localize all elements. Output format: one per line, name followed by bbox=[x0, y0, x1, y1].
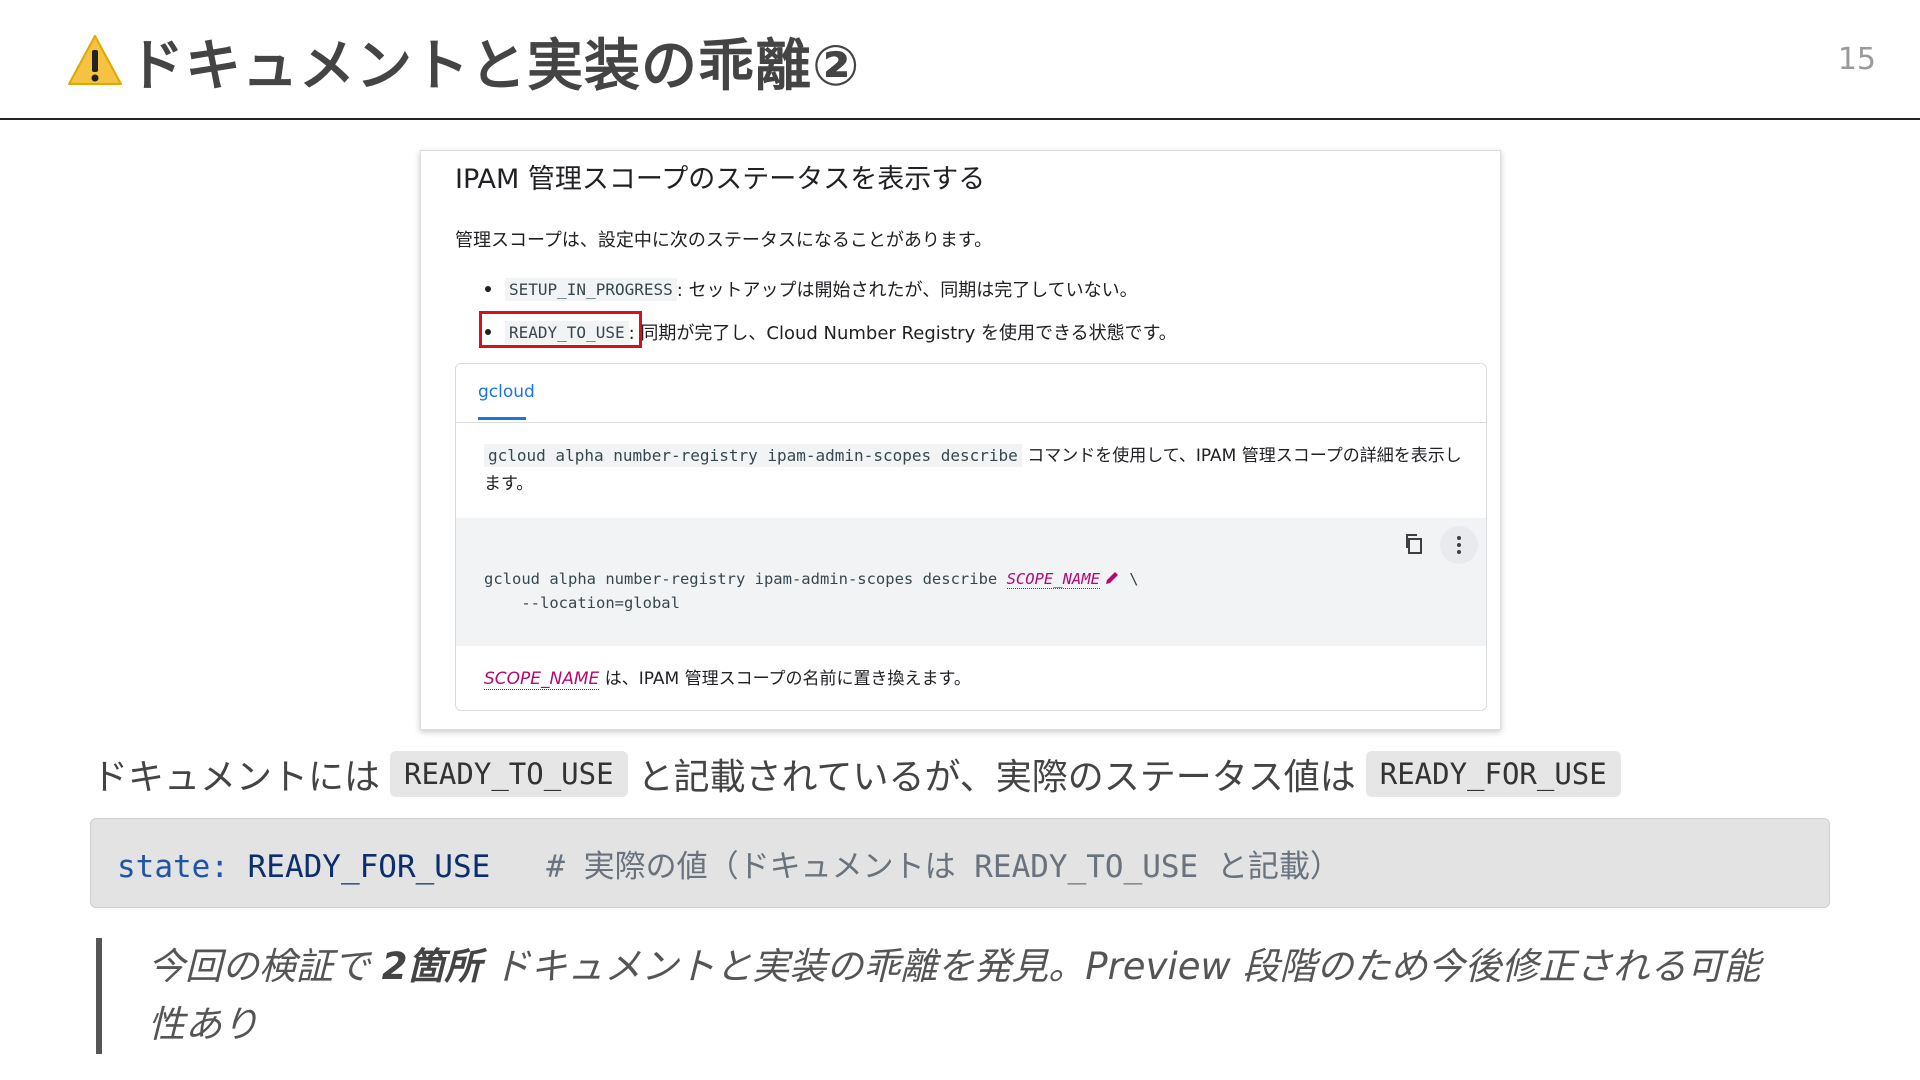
scope-name-variable[interactable]: SCOPE_NAME bbox=[1006, 570, 1100, 589]
slide: ドキュメントと実装の乖離② 15 IPAM 管理スコープのステータスを表示する … bbox=[0, 0, 1920, 1080]
status-code: SETUP_IN_PROGRESS bbox=[505, 277, 677, 301]
code-command: gcloud alpha number-registry ipam-admin-… bbox=[484, 570, 1007, 588]
blockquote: 今回の検証で 2箇所 ドキュメントと実装の乖離を発見。Preview 段階のため… bbox=[96, 938, 1796, 1054]
code-key: state: bbox=[117, 849, 229, 885]
tab-active-indicator bbox=[478, 417, 526, 420]
body-text-2: と記載されているが、実際のステータス値は bbox=[637, 757, 1356, 798]
quote-emphasis: 2箇所 bbox=[381, 945, 482, 988]
slide-header: ドキュメントと実装の乖離② 15 bbox=[0, 0, 1920, 120]
code-comment: # 実際の値（ドキュメントは READY_TO_USE と記載） bbox=[490, 849, 1341, 885]
more-options-icon[interactable] bbox=[1440, 526, 1478, 564]
actual-status-code: READY_FOR_USE bbox=[1365, 751, 1621, 797]
status-description: : 同期が完了し、Cloud Number Registry を使用できる状態で… bbox=[628, 323, 1177, 344]
doc-heading: IPAM 管理スコープのステータスを表示する bbox=[455, 164, 986, 195]
tab-bar: gcloud bbox=[456, 364, 1486, 423]
title-wrap: ドキュメントと実装の乖離② bbox=[66, 26, 860, 99]
warning-icon bbox=[66, 32, 124, 90]
doc-intro: 管理スコープは、設定中に次のステータスになることがあります。 bbox=[455, 230, 993, 251]
card-note-text: は、IPAM 管理スコープの名前に置き換えます。 bbox=[599, 669, 971, 689]
code-block: state: READY_FOR_USE # 実際の値（ドキュメントは READ… bbox=[90, 818, 1830, 908]
code-line-1: gcloud alpha number-registry ipam-admin-… bbox=[484, 570, 1139, 589]
tab-gcloud[interactable]: gcloud bbox=[478, 382, 535, 402]
code-value: READY_FOR_USE bbox=[228, 849, 491, 885]
bullet-dot bbox=[485, 286, 491, 292]
highlight-box bbox=[479, 311, 642, 348]
quote-text-before: 今回の検証で bbox=[148, 945, 382, 988]
code-line-2: --location=global bbox=[484, 594, 680, 612]
command-code: gcloud alpha number-registry ipam-admin-… bbox=[484, 444, 1022, 467]
edit-pencil-icon[interactable] bbox=[1104, 570, 1120, 586]
documentation-screenshot: IPAM 管理スコープのステータスを表示する 管理スコープは、設定中に次のステー… bbox=[420, 150, 1501, 730]
card-description: gcloud alpha number-registry ipam-admin-… bbox=[484, 442, 1474, 498]
body-text-1: ドキュメントには bbox=[92, 757, 381, 798]
code-block-line: state: READY_FOR_USE # 実際の値（ドキュメントは READ… bbox=[117, 841, 1341, 886]
copy-icon[interactable] bbox=[1402, 532, 1426, 556]
code-continuation: \ bbox=[1119, 570, 1139, 588]
documented-status-code: READY_TO_USE bbox=[390, 751, 628, 797]
scope-name-variable: SCOPE_NAME bbox=[484, 669, 600, 690]
page-number: 15 bbox=[1837, 42, 1876, 77]
quote-text: 今回の検証で 2箇所 ドキュメントと実装の乖離を発見。Preview 段階のため… bbox=[148, 938, 1788, 1054]
slide-title: ドキュメントと実装の乖離② bbox=[128, 33, 861, 99]
status-description: : セットアップは開始されたが、同期は完了していない。 bbox=[676, 280, 1138, 301]
status-bullet-setup: SETUP_IN_PROGRESS : セットアップは開始されたが、同期は完了し… bbox=[485, 276, 1138, 302]
card-note: SCOPE_NAME は、IPAM 管理スコープの名前に置き換えます。 bbox=[484, 664, 971, 690]
body-text: ドキュメントには READY_TO_USE と記載されているが、実際のステータス… bbox=[92, 748, 1631, 800]
command-code-block: gcloud alpha number-registry ipam-admin-… bbox=[456, 518, 1486, 646]
gcloud-card: gcloud gcloud alpha number-registry ipam… bbox=[455, 363, 1487, 711]
